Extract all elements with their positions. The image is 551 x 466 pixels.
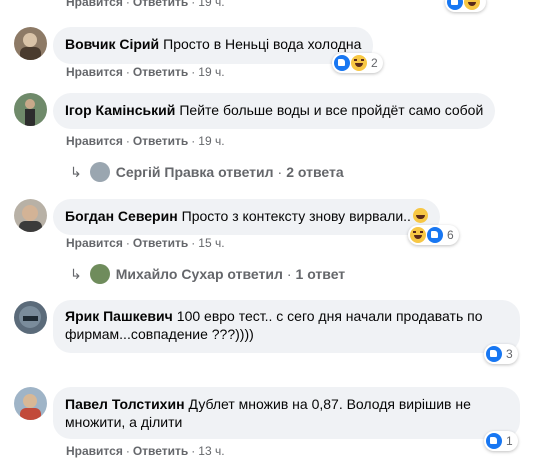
timestamp[interactable]: 13 ч. [198,444,224,458]
reaction-count: 1 [506,434,513,448]
comment-bubble: Богдан Северин Просто з контексту знову в… [53,199,440,235]
avatar-image [20,33,41,60]
avatar[interactable] [14,27,47,60]
reaction-summary-top[interactable] [445,0,486,12]
separator: · [286,266,292,282]
reaction-count: 2 [371,56,378,70]
comment-author[interactable]: Богдан Северин [65,208,178,224]
reaction-summary[interactable]: 3 [484,344,518,364]
timestamp[interactable]: 19 ч. [198,65,224,79]
haha-reaction-icon [351,55,367,71]
reaction-count: 3 [506,347,513,361]
timestamp[interactable]: 19 ч. [198,0,224,9]
laughing-emoji-icon [412,208,428,223]
avatar[interactable] [14,199,47,232]
separator: · [191,444,196,458]
comment-author[interactable]: Вовчик Сірий [65,36,159,52]
comment-actions-top: Нравится · Ответить · 19 ч. [66,0,225,10]
avatar-image [19,205,42,232]
replier-avatar [89,162,110,182]
separator: · [191,134,196,148]
separator: · [191,236,196,250]
like-button[interactable]: Нравится [66,444,123,458]
like-button[interactable]: Нравится [66,236,123,250]
avatar-image [20,394,41,420]
comment-actions: Нравится · Ответить · 19 ч. [66,133,225,149]
like-reaction-icon [486,433,502,449]
separator: · [277,164,283,180]
separator: · [125,0,130,9]
replier-avatar [89,264,110,284]
avatar[interactable] [14,93,47,126]
comment-bubble: Павел Толстихин Дублет множив на 0,87. Во… [53,387,520,439]
like-button[interactable]: Нравится [66,65,123,79]
reaction-summary[interactable]: 1 [484,431,518,451]
like-reaction-icon [486,346,502,362]
comment-text-line1: 100 евро тест.. с сего дня начали продав… [176,308,483,324]
comment-text: Просто з контексту знову вирвали.. [181,208,411,224]
comment-text: Пейте больше воды и все пройдёт само соб… [179,102,484,118]
like-button[interactable]: Нравится [66,134,123,148]
comment-author[interactable]: Ігор Камінський [65,102,175,118]
like-button[interactable]: Нравится [66,0,123,9]
reaction-summary[interactable]: 2 [332,53,383,73]
reaction-count: 6 [447,228,454,242]
reply-button[interactable]: Ответить [133,134,188,148]
separator: · [191,65,196,79]
avatar-image [19,306,41,328]
separator: · [191,0,196,9]
comment-actions: Нравится · Ответить · 13 ч. [66,443,225,459]
view-replies-link[interactable]: ↳ Сергій Правка ответил · 2 ответа [70,160,344,184]
timestamp[interactable]: 15 ч. [198,236,224,250]
separator: · [125,236,130,250]
reply-arrow-icon: ↳ [70,163,82,180]
comment-author[interactable]: Павел Толстихин [65,396,185,412]
haha-reaction-icon [410,227,426,243]
reply-verb: ответил [218,164,274,180]
reply-button[interactable]: Ответить [133,0,188,9]
reply-arrow-icon: ↳ [70,265,82,282]
separator: · [125,134,130,148]
replier-name: Сергій Правка [115,164,215,180]
reply-count: 1 ответ [295,266,346,282]
replier-name: Михайло Сухар [115,266,224,282]
comment-bubble: Вовчик Сірий Просто в Неньці вода холодна [53,27,374,64]
avatar-image [25,99,35,126]
reply-button[interactable]: Ответить [133,65,188,79]
reply-count: 2 ответа [286,164,344,180]
timestamp[interactable]: 19 ч. [198,134,224,148]
view-replies-link[interactable]: ↳ Михайло Сухар ответил · 1 ответ [70,262,345,286]
separator: · [125,65,130,79]
haha-reaction-icon [464,0,480,10]
avatar[interactable] [14,387,47,420]
comment-actions: Нравится · Ответить · 19 ч. [66,64,225,80]
comment-bubble: Ярик Пашкевич 100 евро тест.. с сего дня … [53,300,520,353]
like-reaction-icon [447,0,463,10]
like-reaction-icon [427,227,443,243]
reply-button[interactable]: Ответить [133,236,188,250]
comment-bubble: Ігор Камінський Пейте больше воды и все п… [53,93,496,129]
comment-text: Просто в Неньці вода холодна [163,36,362,52]
comment-author[interactable]: Ярик Пашкевич [65,308,173,324]
comment-actions: Нравится · Ответить · 15 ч. [66,235,225,251]
like-reaction-icon [334,55,350,71]
avatar[interactable] [14,301,47,334]
reply-verb: ответил [227,266,283,282]
reply-button[interactable]: Ответить [133,444,188,458]
comment-text-line2: множити, а ділити [65,414,183,430]
comment-text-line1: Дублет множив на 0,87. Володя вирішив не [188,396,471,412]
separator: · [125,444,130,458]
comment-text-line2: фирмам...совпадение ???)))) [65,326,254,342]
reaction-summary[interactable]: 6 [408,225,459,245]
